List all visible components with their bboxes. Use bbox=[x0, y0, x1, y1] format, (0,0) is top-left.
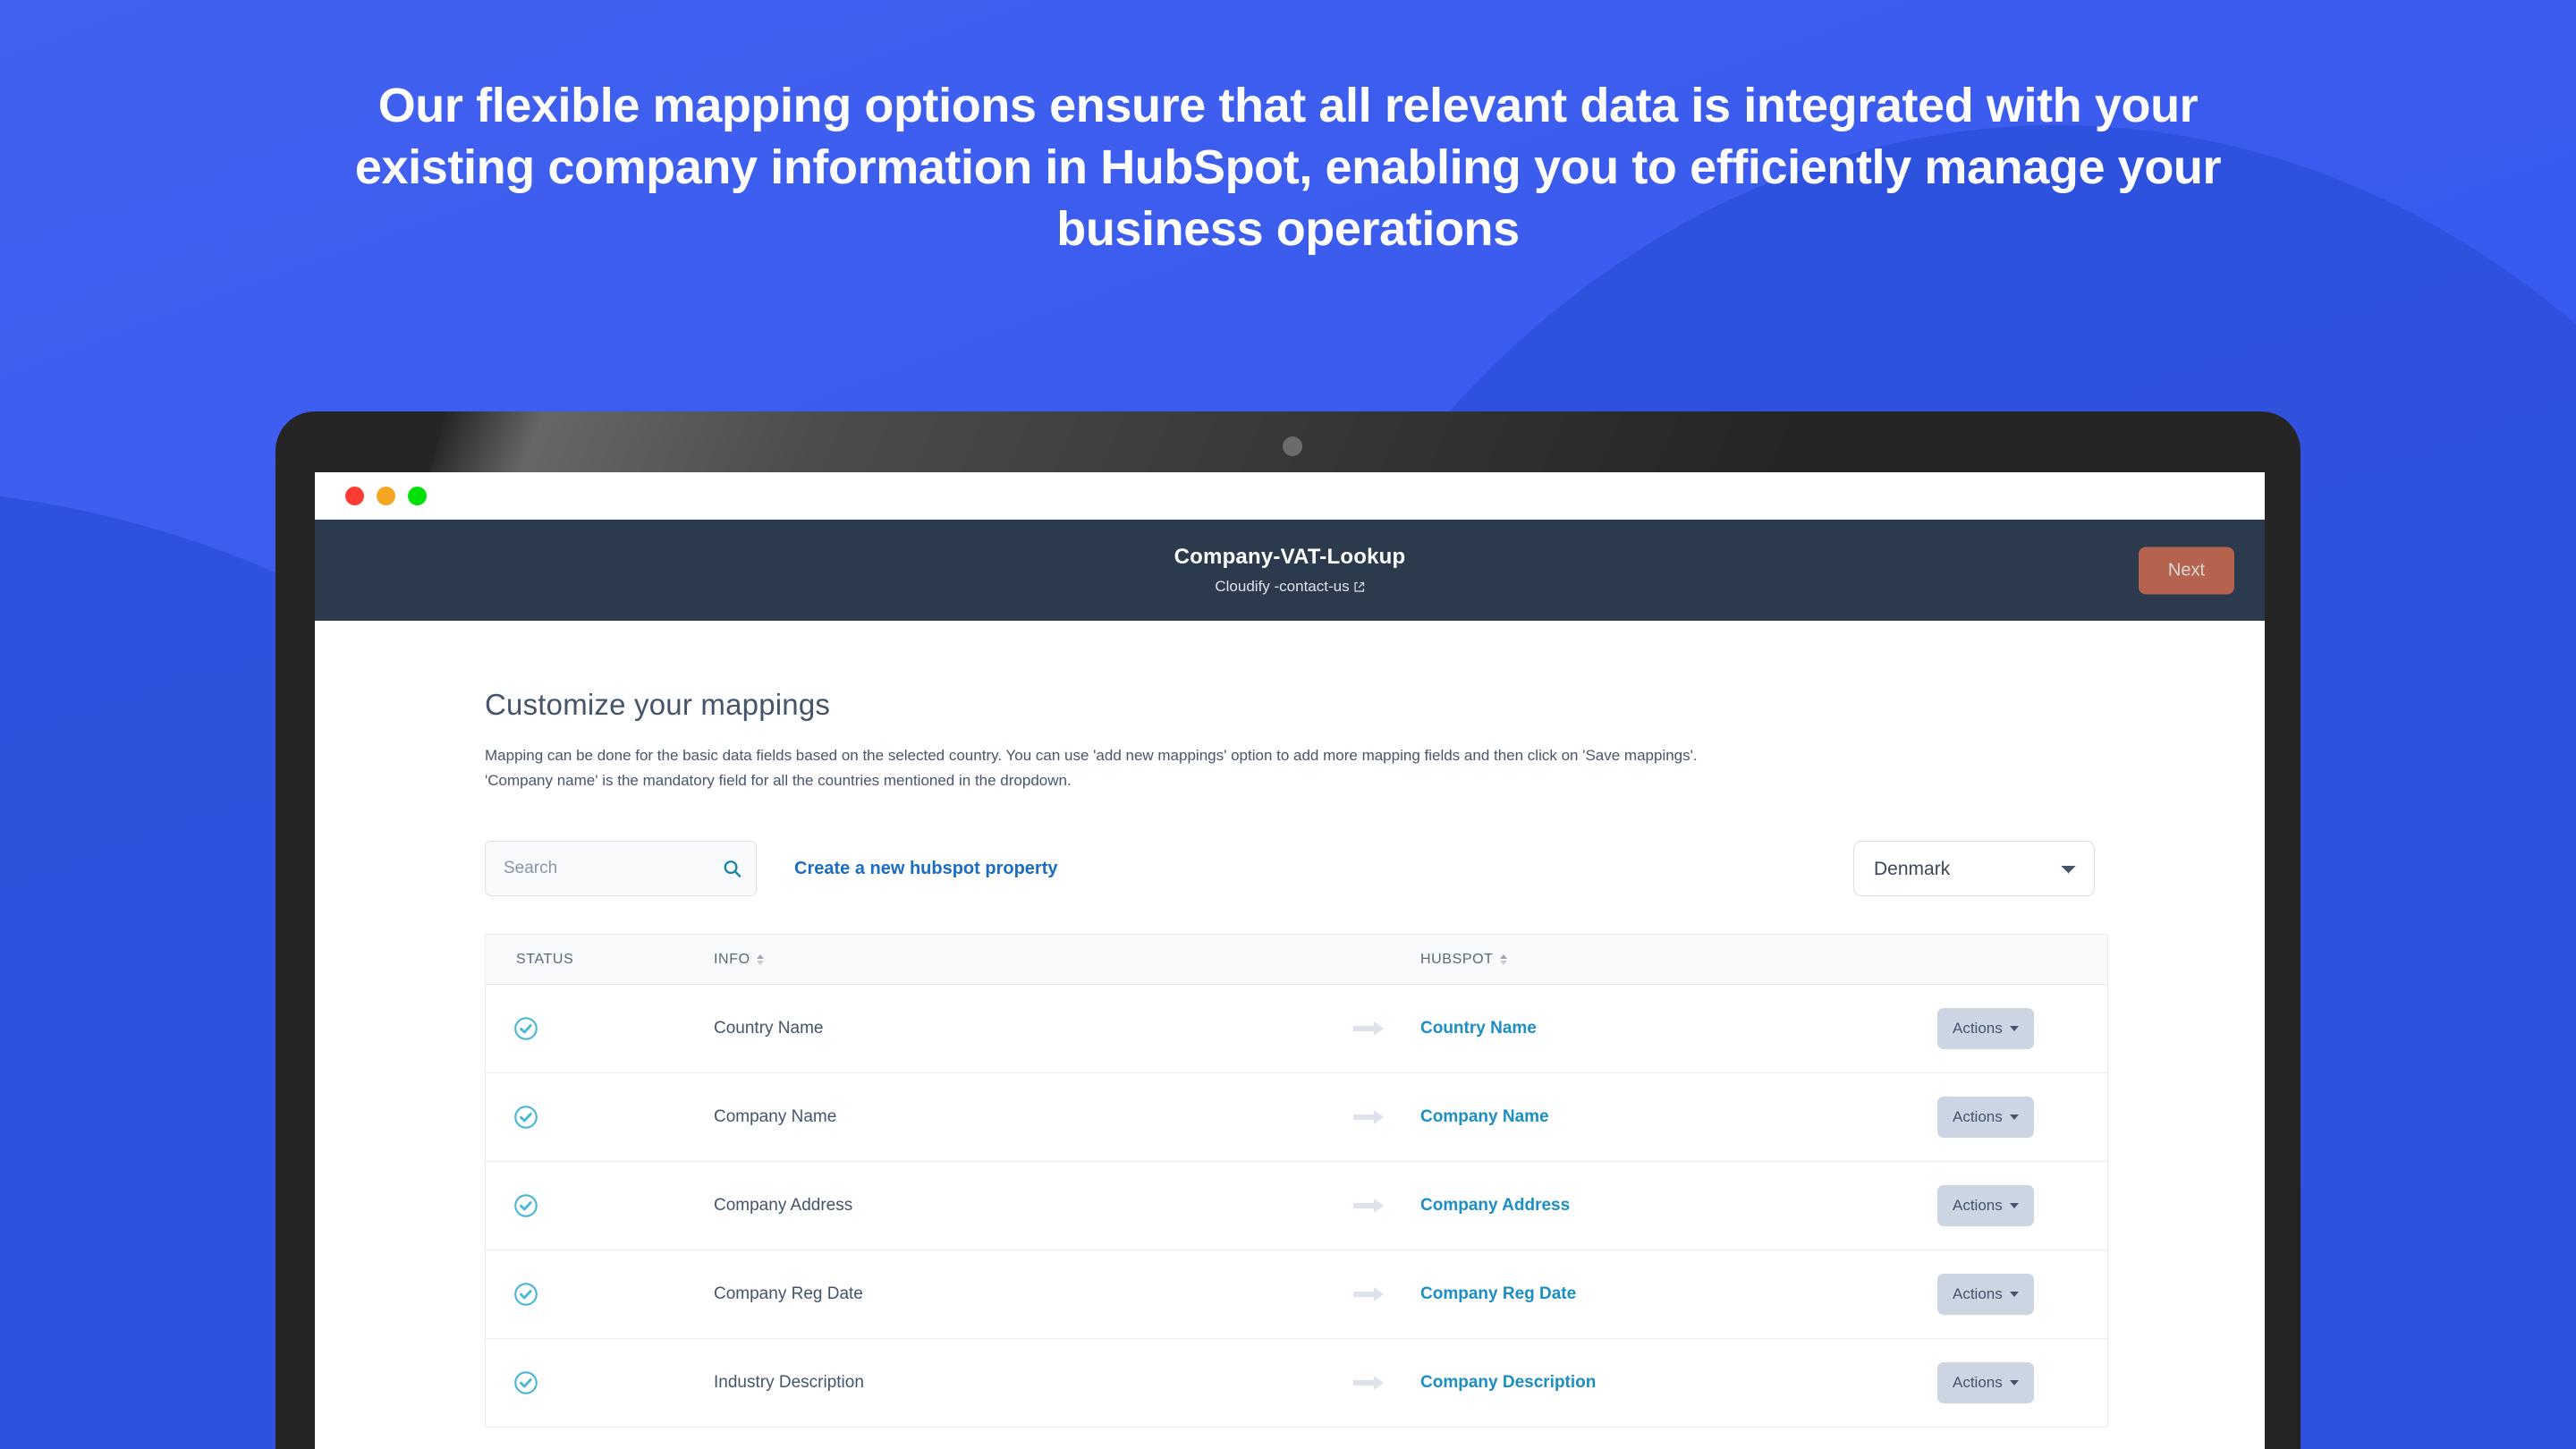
actions-button[interactable]: Actions bbox=[1937, 1097, 2034, 1139]
column-header-hubspot[interactable]: HUBSPOT bbox=[1420, 952, 1937, 968]
app-title: Company-VAT-Lookup bbox=[1174, 545, 1406, 569]
actions-button-label: Actions bbox=[1953, 1108, 2003, 1126]
external-link-icon bbox=[1353, 581, 1365, 593]
check-circle-icon bbox=[513, 1283, 539, 1311]
page-description: Mapping can be done for the basic data f… bbox=[485, 743, 2095, 792]
search-field bbox=[485, 841, 757, 897]
table-row: Company Address Company Address Actions bbox=[486, 1162, 2107, 1251]
search-input[interactable] bbox=[485, 841, 757, 897]
table-row: Company Name Company Name Actions bbox=[486, 1073, 2107, 1163]
chevron-down-icon bbox=[2009, 1380, 2019, 1386]
table-row: Country Name Country Name Actions bbox=[486, 985, 2107, 1074]
mapping-arrow-icon bbox=[1318, 1375, 1420, 1391]
page-background: Our flexible mapping options ensure that… bbox=[0, 0, 2576, 1449]
column-header-info-label: INFO bbox=[714, 951, 750, 967]
hubspot-field-label: Company Reg Date bbox=[1420, 1284, 1577, 1304]
maximize-window-icon[interactable] bbox=[408, 486, 427, 505]
column-header-hubspot-label: HUBSPOT bbox=[1420, 951, 1494, 967]
status-icon-cell bbox=[486, 1015, 714, 1042]
row-actions-cell: Actions bbox=[1937, 1185, 2107, 1227]
page-body: Customize your mappings Mapping can be d… bbox=[315, 621, 2265, 1428]
table-toolbar: Create a new hubspot property Denmark bbox=[485, 839, 2095, 898]
app-subtitle[interactable]: Cloudify -contact-us bbox=[1215, 578, 1364, 596]
actions-button[interactable]: Actions bbox=[1937, 1185, 2034, 1227]
actions-button[interactable]: Actions bbox=[1937, 1274, 2034, 1316]
check-circle-icon bbox=[513, 1106, 539, 1134]
check-circle-icon bbox=[513, 1194, 539, 1223]
mapping-arrow-icon bbox=[1318, 1021, 1420, 1037]
column-header-info[interactable]: INFO bbox=[714, 952, 1420, 968]
status-icon-cell bbox=[486, 1281, 714, 1308]
app-header: Company-VAT-Lookup Cloudify -contact-us … bbox=[315, 520, 2265, 621]
actions-button-label: Actions bbox=[1953, 1374, 2003, 1392]
check-circle-icon bbox=[513, 1371, 539, 1400]
actions-button-label: Actions bbox=[1953, 1285, 2003, 1303]
chevron-down-icon bbox=[2009, 1203, 2019, 1209]
browser-chrome-bar bbox=[315, 472, 2265, 520]
table-row: Company Reg Date Company Reg Date Actions bbox=[486, 1250, 2107, 1340]
browser-window: Company-VAT-Lookup Cloudify -contact-us … bbox=[315, 472, 2265, 1449]
minimize-window-icon[interactable] bbox=[377, 486, 395, 505]
actions-button-label: Actions bbox=[1953, 1020, 2003, 1038]
info-field-label: Company Address bbox=[714, 1196, 853, 1216]
actions-button-label: Actions bbox=[1953, 1197, 2003, 1215]
mappings-table: STATUS INFO HUBSPOT Country Name Country … bbox=[485, 934, 2108, 1428]
status-icon-cell bbox=[486, 1369, 714, 1396]
description-line-2: 'Company name' is the mandatory field fo… bbox=[485, 771, 1072, 789]
page-headline: Our flexible mapping options ensure that… bbox=[354, 79, 2222, 257]
status-icon-cell bbox=[486, 1192, 714, 1219]
description-line-1: Mapping can be done for the basic data f… bbox=[485, 747, 1698, 764]
country-select[interactable]: Denmark bbox=[1853, 841, 2095, 897]
column-header-status: STATUS bbox=[516, 951, 574, 967]
info-field-label: Company Name bbox=[714, 1107, 837, 1127]
table-header-row: STATUS INFO HUBSPOT bbox=[486, 935, 2107, 986]
actions-button[interactable]: Actions bbox=[1937, 1008, 2034, 1050]
row-actions-cell: Actions bbox=[1937, 1097, 2107, 1139]
search-icon[interactable] bbox=[722, 859, 742, 879]
next-button[interactable]: Next bbox=[2138, 547, 2234, 594]
chevron-down-icon bbox=[2009, 1026, 2019, 1032]
create-hubspot-property-link[interactable]: Create a new hubspot property bbox=[794, 859, 1058, 879]
check-circle-icon bbox=[513, 1017, 539, 1046]
table-body: Country Name Country Name Actions Company N… bbox=[486, 985, 2107, 1428]
row-actions-cell: Actions bbox=[1937, 1362, 2107, 1404]
status-icon-cell bbox=[486, 1104, 714, 1131]
hubspot-field-label: Company Name bbox=[1420, 1107, 1549, 1127]
close-window-icon[interactable] bbox=[345, 486, 364, 505]
chevron-down-icon bbox=[2009, 1114, 2019, 1121]
hubspot-field-label: Company Description bbox=[1420, 1373, 1597, 1393]
mapping-arrow-icon bbox=[1318, 1286, 1420, 1302]
actions-button[interactable]: Actions bbox=[1937, 1362, 2034, 1404]
row-actions-cell: Actions bbox=[1937, 1274, 2107, 1316]
page-title: Customize your mappings bbox=[485, 688, 831, 721]
row-actions-cell: Actions bbox=[1937, 1008, 2107, 1050]
info-field-label: Industry Description bbox=[714, 1373, 864, 1393]
info-field-label: Country Name bbox=[714, 1019, 824, 1038]
info-field-label: Company Reg Date bbox=[714, 1284, 863, 1304]
mapping-arrow-icon bbox=[1318, 1198, 1420, 1214]
table-row: Industry Description Company Description A… bbox=[486, 1339, 2107, 1428]
app-subtitle-text: Cloudify -contact-us bbox=[1215, 578, 1350, 595]
hubspot-field-label: Company Address bbox=[1420, 1196, 1571, 1216]
sort-icon[interactable] bbox=[1499, 953, 1507, 965]
sort-icon[interactable] bbox=[756, 953, 764, 965]
webcam-icon bbox=[1283, 436, 1302, 456]
hubspot-field-label: Country Name bbox=[1420, 1019, 1537, 1038]
mapping-arrow-icon bbox=[1318, 1109, 1420, 1125]
chevron-down-icon bbox=[2009, 1292, 2019, 1298]
